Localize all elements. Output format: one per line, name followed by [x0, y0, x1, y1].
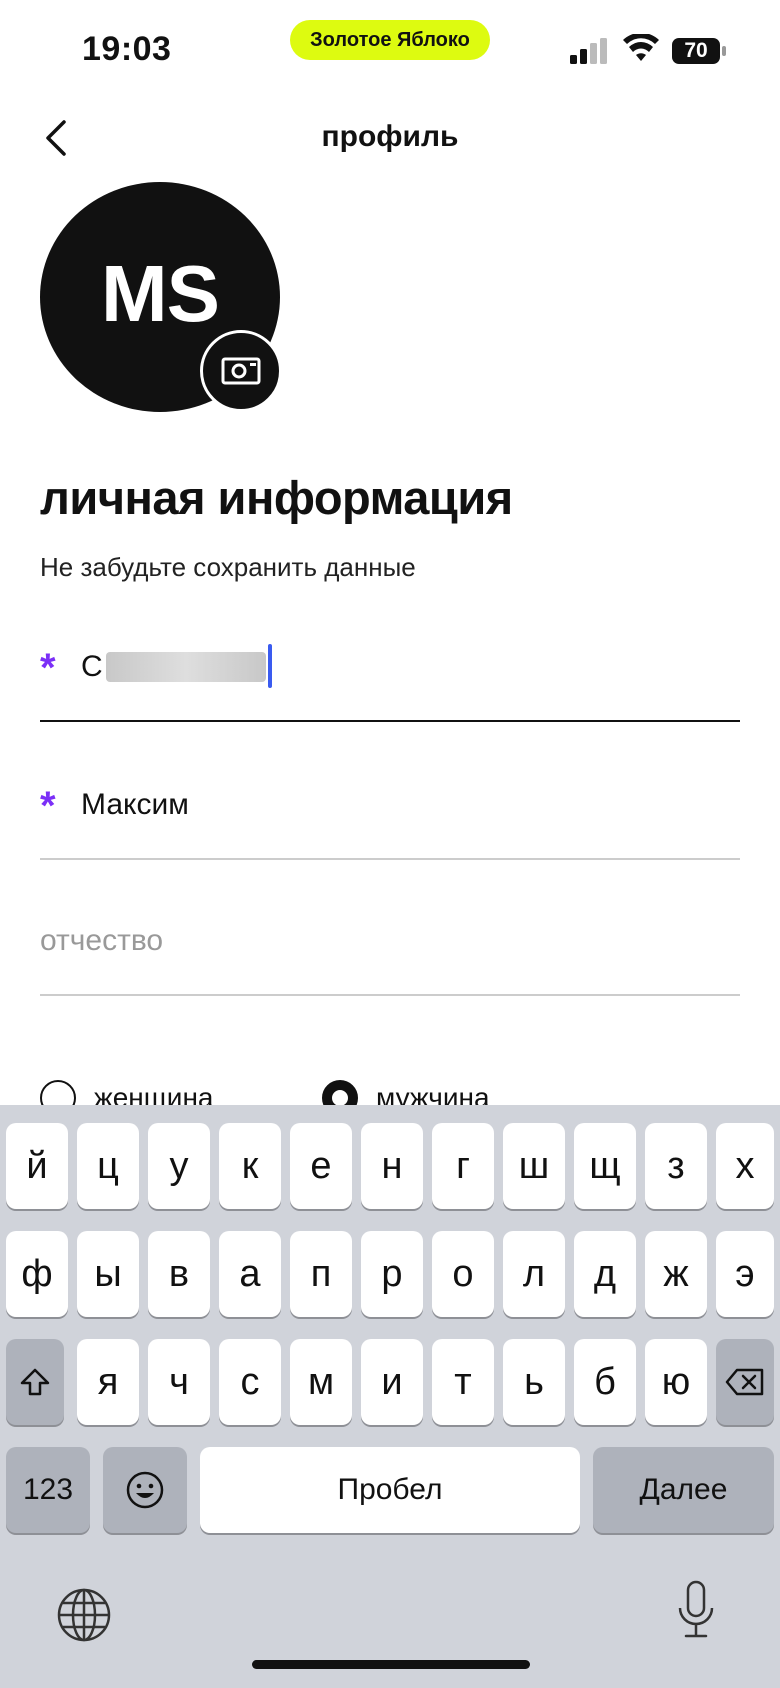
key[interactable]: м [290, 1339, 352, 1425]
shift-icon [20, 1368, 50, 1396]
signal-icon [570, 38, 607, 64]
page-title: профиль [321, 120, 459, 153]
key[interactable]: э [716, 1231, 774, 1317]
keyboard: й ц у к е н г ш щ з х ф ы в а п р о л д … [0, 1105, 780, 1688]
key[interactable]: й [6, 1123, 68, 1209]
battery-icon: 70 [672, 38, 728, 64]
text-caret [268, 644, 272, 688]
key[interactable]: д [574, 1231, 636, 1317]
key[interactable]: а [219, 1231, 281, 1317]
first-name-field[interactable]: * Максим [40, 780, 740, 860]
status-time: 19:03 [82, 30, 172, 68]
numbers-key[interactable]: 123 [6, 1447, 90, 1533]
emoji-icon [126, 1471, 164, 1509]
globe-icon [57, 1588, 111, 1642]
key[interactable]: ю [645, 1339, 707, 1425]
key[interactable]: щ [574, 1123, 636, 1209]
key[interactable]: з [645, 1123, 707, 1209]
field-underline [40, 994, 740, 996]
battery-level: 70 [672, 38, 720, 64]
emoji-key[interactable] [103, 1447, 187, 1533]
key[interactable]: о [432, 1231, 494, 1317]
field-underline [40, 720, 740, 722]
key[interactable]: ш [503, 1123, 565, 1209]
microphone-icon [678, 1580, 714, 1638]
key[interactable]: т [432, 1339, 494, 1425]
change-photo-button[interactable] [200, 330, 282, 412]
first-name-value: Максим [81, 788, 189, 821]
dictation-button[interactable] [666, 1575, 726, 1645]
key[interactable]: е [290, 1123, 352, 1209]
home-indicator[interactable] [252, 1660, 530, 1669]
required-mark: * [40, 784, 56, 828]
key[interactable]: ь [503, 1339, 565, 1425]
avatar-initials: MS [101, 249, 220, 338]
key[interactable]: п [290, 1231, 352, 1317]
key[interactable]: в [148, 1231, 210, 1317]
backspace-icon [725, 1368, 764, 1396]
key[interactable]: х [716, 1123, 774, 1209]
section-subtitle: Не забудьте сохранить данные [40, 552, 416, 582]
key[interactable]: н [361, 1123, 423, 1209]
key[interactable]: я [77, 1339, 139, 1425]
redacted-text [106, 652, 266, 682]
key[interactable]: л [503, 1231, 565, 1317]
section-title: личная информация [40, 471, 513, 524]
last-name-field[interactable]: * С [40, 642, 740, 722]
key[interactable]: и [361, 1339, 423, 1425]
space-key[interactable]: Пробел [200, 1447, 580, 1533]
key[interactable]: ц [77, 1123, 139, 1209]
key[interactable]: ч [148, 1339, 210, 1425]
key[interactable]: б [574, 1339, 636, 1425]
key[interactable]: р [361, 1231, 423, 1317]
key[interactable]: к [219, 1123, 281, 1209]
patronymic-field[interactable]: отчество [40, 916, 740, 996]
required-mark: * [40, 646, 56, 690]
status-pill: Золотое Яблоко [290, 20, 490, 60]
backspace-key[interactable] [716, 1339, 774, 1425]
camera-icon [221, 357, 261, 385]
field-underline [40, 858, 740, 860]
last-name-value: С [81, 650, 103, 683]
wifi-icon [623, 34, 659, 61]
patronymic-placeholder: отчество [40, 924, 164, 957]
shift-key[interactable] [6, 1339, 64, 1425]
key[interactable]: ф [6, 1231, 68, 1317]
key[interactable]: г [432, 1123, 494, 1209]
next-key[interactable]: Далее [593, 1447, 774, 1533]
key[interactable]: ж [645, 1231, 707, 1317]
key[interactable]: у [148, 1123, 210, 1209]
key[interactable]: с [219, 1339, 281, 1425]
key[interactable]: ы [77, 1231, 139, 1317]
globe-button[interactable] [54, 1585, 114, 1645]
